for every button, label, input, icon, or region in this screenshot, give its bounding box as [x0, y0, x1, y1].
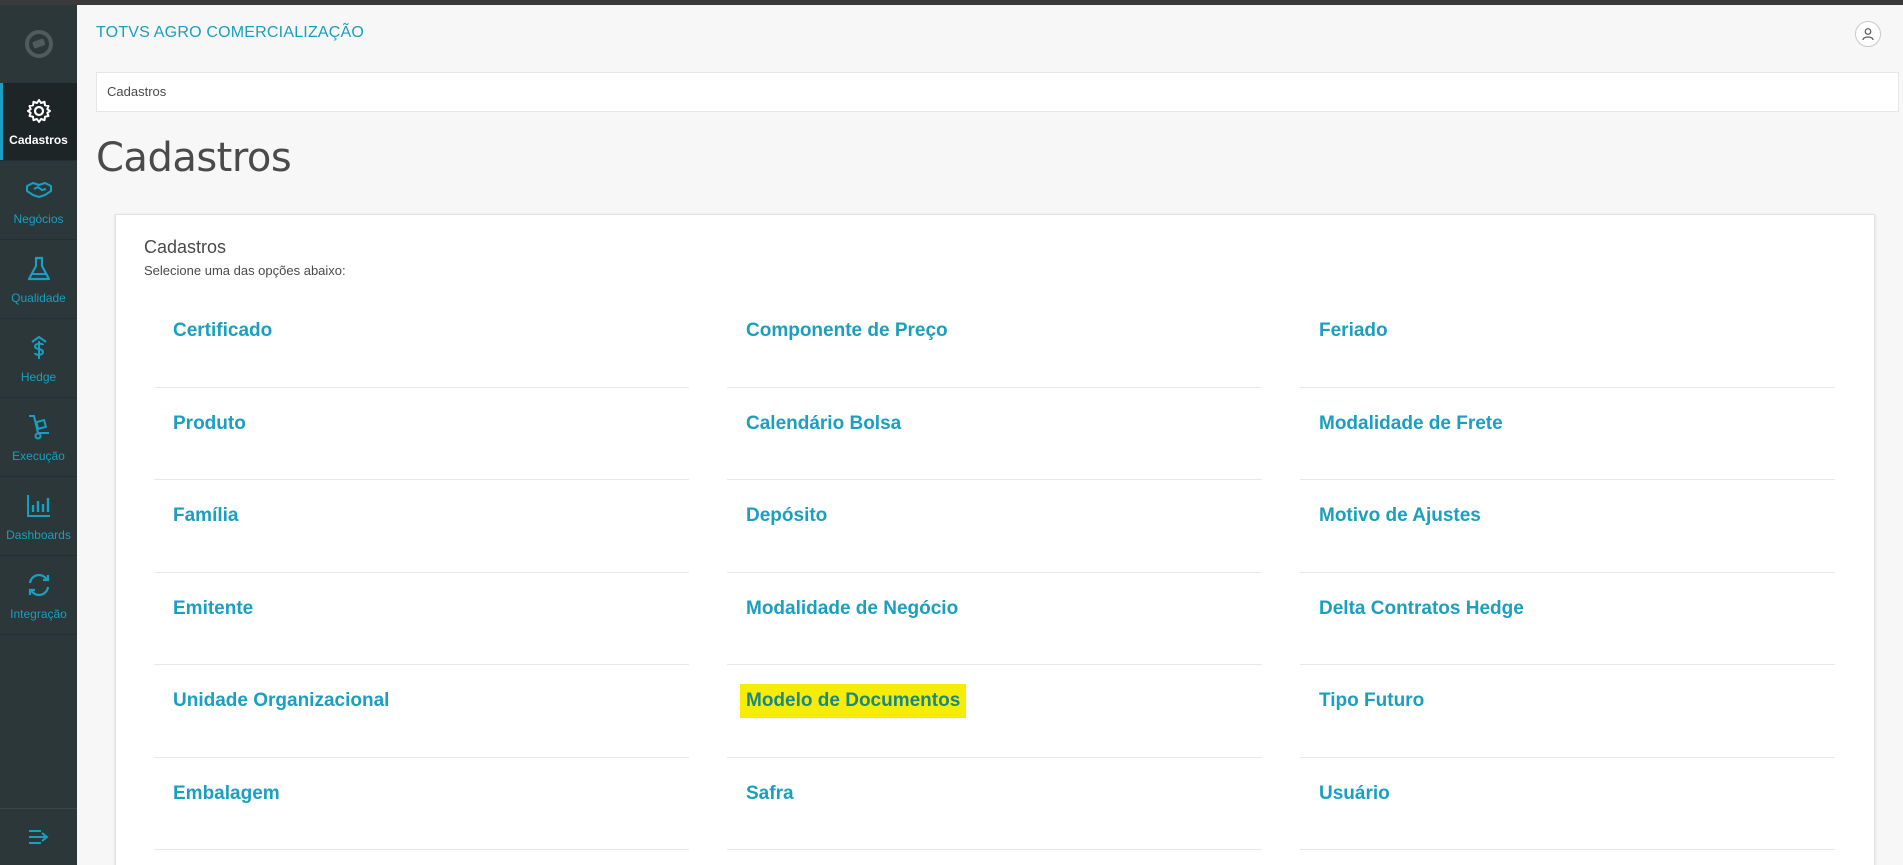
- sidebar-item-label: Hedge: [20, 369, 57, 384]
- option-link-modelo-de-documentos[interactable]: Modelo de Documentos: [740, 684, 967, 718]
- options-column-2: Componente de Preço Calendário Bolsa Dep…: [727, 295, 1262, 850]
- option-cell: Feriado: [1300, 295, 1835, 388]
- sidebar-item-label: Cadastros: [9, 132, 68, 147]
- breadcrumb-item[interactable]: Cadastros: [107, 84, 166, 99]
- hand-truck-icon: [28, 414, 49, 439]
- sidebar-item-dashboards[interactable]: Dashboards: [0, 478, 77, 556]
- option-link-certificado[interactable]: Certificado: [173, 320, 272, 342]
- options-card: Cadastros Selecione uma das opções abaix…: [115, 214, 1875, 865]
- option-cell: Depósito: [727, 480, 1262, 573]
- option-link-emitente[interactable]: Emitente: [173, 598, 253, 620]
- sidebar-item-label: Negócios: [13, 211, 64, 226]
- option-cell: Modalidade de Negócio: [727, 573, 1262, 665]
- option-cell: Delta Contratos Hedge: [1300, 573, 1835, 665]
- options-column-1: Certificado Produto Família Emitente Uni…: [154, 295, 689, 850]
- handshake-icon: [25, 181, 52, 198]
- option-cell: Certificado: [154, 295, 689, 388]
- option-cell: Usuário: [1300, 758, 1835, 850]
- option-cell: Safra: [727, 758, 1262, 850]
- sidebar-item-negocios[interactable]: Negócios: [0, 162, 77, 240]
- option-link-produto[interactable]: Produto: [173, 413, 246, 435]
- option-link-deposito[interactable]: Depósito: [746, 505, 827, 527]
- sidebar-item-label: Dashboards: [6, 527, 71, 542]
- expand-menu-icon: [28, 830, 49, 844]
- option-cell: Tipo Futuro: [1300, 665, 1835, 758]
- option-link-modalidade-de-frete[interactable]: Modalidade de Frete: [1319, 413, 1503, 435]
- options-column-3: Feriado Modalidade de Frete Motivo de Aj…: [1300, 295, 1835, 850]
- option-cell: Unidade Organizacional: [154, 665, 689, 758]
- flask-icon: [27, 256, 50, 280]
- sidebar-item-integracao[interactable]: Integração: [0, 557, 77, 635]
- option-cell: Embalagem: [154, 758, 689, 850]
- card-subtitle: Selecione uma das opções abaixo:: [144, 263, 346, 278]
- option-link-usuario[interactable]: Usuário: [1319, 783, 1390, 805]
- totvs-logo[interactable]: [0, 5, 77, 83]
- breadcrumb: Cadastros: [96, 72, 1899, 112]
- option-cell: Modelo de Documentos: [727, 665, 1262, 758]
- option-link-tipo-futuro[interactable]: Tipo Futuro: [1319, 690, 1424, 712]
- option-link-unidade-organizacional[interactable]: Unidade Organizacional: [173, 690, 389, 712]
- option-link-calendario-bolsa[interactable]: Calendário Bolsa: [746, 413, 901, 435]
- totvs-logo-icon: [24, 30, 53, 58]
- dollar-icon: [30, 335, 47, 359]
- sidebar-item-execucao[interactable]: Execução: [0, 399, 77, 477]
- expand-menu-button[interactable]: [0, 808, 77, 865]
- app-title: TOTVS AGRO COMERCIALIZAÇÃO: [96, 24, 365, 41]
- option-link-embalagem[interactable]: Embalagem: [173, 783, 280, 805]
- option-link-delta-contratos-hedge[interactable]: Delta Contratos Hedge: [1319, 598, 1524, 620]
- option-cell: Componente de Preço: [727, 295, 1262, 388]
- option-cell: Produto: [154, 388, 689, 480]
- option-link-feriado[interactable]: Feriado: [1319, 320, 1388, 342]
- sidebar-item-label: Execução: [12, 448, 65, 463]
- option-cell: Família: [154, 480, 689, 573]
- sidebar-item-label: Qualidade: [11, 290, 66, 305]
- option-cell: Motivo de Ajustes: [1300, 480, 1835, 573]
- sync-icon: [28, 573, 49, 596]
- bar-chart-icon: [26, 494, 50, 517]
- sidebar-item-cadastros[interactable]: Cadastros: [0, 83, 77, 161]
- sidebar-item-label: Integração: [10, 606, 67, 621]
- option-link-safra[interactable]: Safra: [746, 783, 794, 805]
- card-title: Cadastros: [144, 237, 227, 257]
- option-cell: Calendário Bolsa: [727, 388, 1262, 480]
- window-top-border: [0, 0, 1903, 5]
- sidebar: Cadastros Negócios Qualidade Hedge Execu…: [0, 5, 77, 865]
- option-link-componente-de-preco[interactable]: Componente de Preço: [746, 320, 948, 342]
- user-icon: [1862, 28, 1874, 41]
- sidebar-item-hedge[interactable]: Hedge: [0, 320, 77, 398]
- user-profile-button[interactable]: [1855, 21, 1881, 47]
- option-link-motivo-de-ajustes[interactable]: Motivo de Ajustes: [1319, 505, 1481, 527]
- option-link-familia[interactable]: Família: [173, 505, 238, 527]
- gear-icon: [26, 98, 51, 123]
- sidebar-item-qualidade[interactable]: Qualidade: [0, 241, 77, 319]
- option-cell: Modalidade de Frete: [1300, 388, 1835, 480]
- option-cell: Emitente: [154, 573, 689, 665]
- page-title: Cadastros: [96, 135, 292, 181]
- option-link-modalidade-de-negocio[interactable]: Modalidade de Negócio: [746, 598, 958, 620]
